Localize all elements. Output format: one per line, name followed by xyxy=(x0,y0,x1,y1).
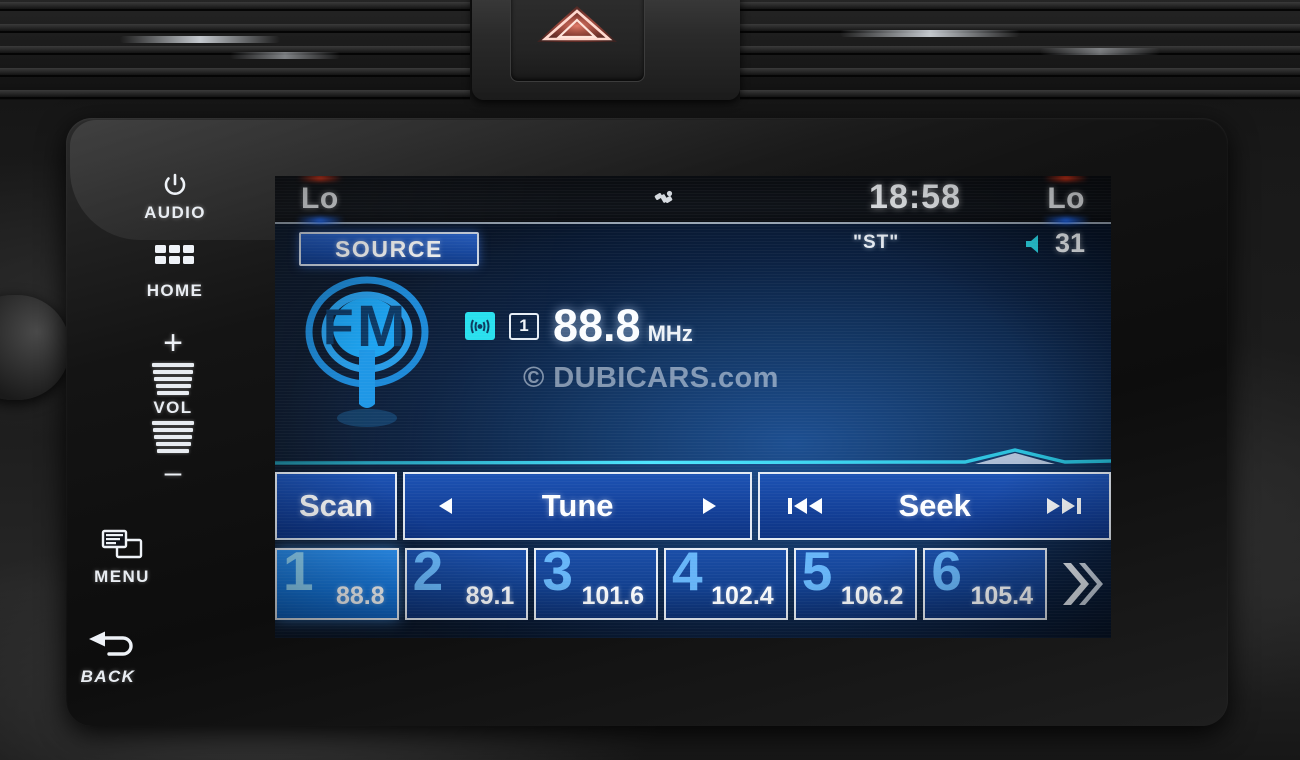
climate-temp-right[interactable]: Lo xyxy=(1047,182,1085,216)
preset-number-4: 4 xyxy=(672,548,703,602)
preset-number-3: 3 xyxy=(542,548,573,602)
preset-frequency-3: 101.6 xyxy=(581,582,645,610)
tuner-control-row: Scan Tune Seek xyxy=(275,472,1111,540)
hardkey-audio[interactable]: AUDIO xyxy=(115,172,235,223)
scan-button[interactable]: Scan xyxy=(275,472,397,540)
preset-row: 1 88.8 2 89.1 3 101.6 4 102.4 5 106.2 6 … xyxy=(275,548,1111,620)
hardkey-back-label: BACK xyxy=(80,667,136,686)
hardkey-volume-label: VOL xyxy=(153,398,193,417)
satellite-icon xyxy=(654,190,673,203)
source-button-label: SOURCE xyxy=(334,235,443,262)
hazard-triangle-icon xyxy=(537,6,617,42)
triangle-left-icon[interactable] xyxy=(435,495,457,517)
preset-button-5[interactable]: 5 106.2 xyxy=(793,548,918,620)
preset-number-6: 6 xyxy=(931,548,962,602)
hardkey-back[interactable]: BACK xyxy=(48,630,168,687)
speaker-icon xyxy=(1025,234,1038,253)
seek-button[interactable]: Seek xyxy=(758,472,1111,540)
fm-antenna-icon: F M xyxy=(305,276,429,427)
power-icon xyxy=(164,173,186,195)
scan-button-label: Scan xyxy=(298,488,374,523)
preset-button-2[interactable]: 2 89.1 xyxy=(404,548,529,620)
seek-button-label: Seek xyxy=(898,488,971,523)
volume-plus-label[interactable]: + xyxy=(113,326,233,360)
volume-readout: 31 xyxy=(1024,228,1085,259)
preset-button-1[interactable]: 1 88.8 xyxy=(275,548,399,620)
preset-button-4[interactable]: 4 102.4 xyxy=(664,548,788,620)
svg-text:M: M xyxy=(357,294,405,359)
air-vent-right xyxy=(740,0,1300,100)
back-arrow-icon xyxy=(89,631,133,656)
triangle-right-icon[interactable] xyxy=(698,495,720,517)
rds-broadcast-icon xyxy=(465,312,495,340)
watermark: © DUBICARS.com xyxy=(523,362,779,394)
dashboard-background: AUDIO HOME + VOL – MENU BACK Lo 18:58 Lo… xyxy=(0,0,1300,760)
preset-frequency-4: 102.4 xyxy=(711,582,774,610)
hardkey-audio-label: AUDIO xyxy=(144,203,206,222)
volume-value: 31 xyxy=(1054,228,1085,258)
hardkey-menu-label: MENU xyxy=(94,567,150,586)
preset-button-3[interactable]: 3 101.6 xyxy=(534,548,659,620)
volume-minus-label[interactable]: – xyxy=(113,458,233,488)
hardkey-volume[interactable]: + VOL – xyxy=(113,326,233,488)
preset-number-1: 1 xyxy=(283,548,314,602)
svg-text:F: F xyxy=(323,299,354,355)
hardkey-menu[interactable]: MENU xyxy=(62,528,182,587)
climate-temp-left[interactable]: Lo xyxy=(301,182,339,216)
preset-frequency-1: 88.8 xyxy=(336,582,385,610)
preset-button-6[interactable]: 6 105.4 xyxy=(923,548,1048,620)
status-bar: Lo 18:58 Lo xyxy=(275,176,1111,224)
control-knob[interactable] xyxy=(0,295,70,400)
current-preset-number: 1 xyxy=(509,312,539,340)
frequency-value: 88.8 xyxy=(553,300,641,351)
frequency-unit: MHz xyxy=(647,321,693,346)
grid-icon xyxy=(155,245,194,264)
double-chevron-right-icon xyxy=(1063,563,1103,605)
preset-frequency-2: 89.1 xyxy=(465,582,515,610)
preset-number-2: 2 xyxy=(412,548,444,602)
preset-frequency-6: 105.4 xyxy=(970,582,1034,610)
tune-button[interactable]: Tune xyxy=(403,472,753,540)
clock: 18:58 xyxy=(869,178,961,216)
hardkey-home-label: HOME xyxy=(146,281,204,300)
hardkey-home[interactable]: HOME xyxy=(115,244,235,301)
source-button[interactable]: SOURCE xyxy=(299,232,479,266)
air-vent-left xyxy=(0,0,470,100)
skip-back-icon[interactable] xyxy=(786,495,826,517)
volume-slider-icon[interactable] xyxy=(113,363,233,395)
frequency-display: 1 88.8 MHz xyxy=(465,300,693,352)
tune-button-label: Tune xyxy=(541,488,614,523)
preset-number-5: 5 xyxy=(801,548,833,602)
next-page-button[interactable] xyxy=(1051,548,1109,620)
stereo-indicator: ʺSTʺ xyxy=(853,232,900,253)
preset-frequency-5: 106.2 xyxy=(840,582,904,610)
menu-windows-icon xyxy=(101,529,143,559)
infotainment-screen[interactable]: Lo 18:58 Lo ʺSTʺ 31 SOURCE F M 1 88.8 MH… xyxy=(275,176,1111,638)
section-divider xyxy=(275,448,1111,465)
skip-forward-icon[interactable] xyxy=(1043,495,1083,517)
volume-slider-icon-lower[interactable] xyxy=(113,421,233,453)
